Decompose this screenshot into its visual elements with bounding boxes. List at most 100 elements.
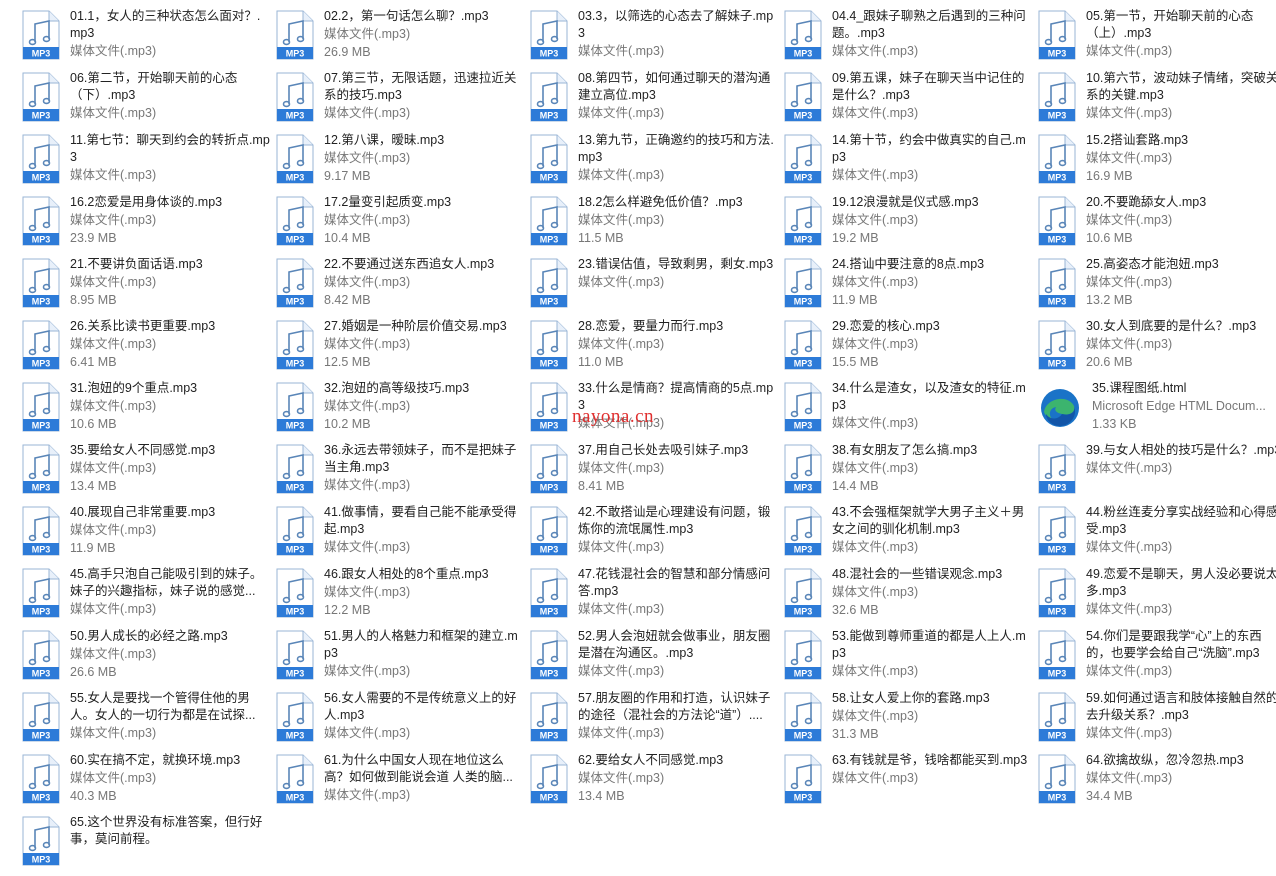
file-item[interactable]: MP3 48.混社会的一些错误观念.mp3 媒体文件(.mp3) 32.6 MB: [784, 566, 1038, 628]
file-item[interactable]: MP3 50.男人成长的必经之路.mp3 媒体文件(.mp3) 26.6 MB: [22, 628, 276, 690]
file-item[interactable]: MP3 05.第一节，开始聊天前的心态（上）.mp3 媒体文件(.mp3): [1038, 8, 1276, 70]
svg-text:MP3: MP3: [540, 731, 559, 741]
mp3-music-file-icon: MP3: [1038, 754, 1076, 804]
file-size: 26.9 MB: [324, 45, 371, 59]
file-type: 媒体文件(.mp3): [70, 771, 157, 785]
file-type: 媒体文件(.mp3): [70, 461, 157, 475]
file-item[interactable]: MP3 19.12浪漫就是仪式感.mp3 媒体文件(.mp3) 19.2 MB: [784, 194, 1038, 256]
file-item[interactable]: MP3 21.不要讲负面话语.mp3 媒体文件(.mp3) 8.95 MB: [22, 256, 276, 318]
file-item[interactable]: MP3 04.4_跟妹子聊熟之后遇到的三种问题。.mp3 媒体文件(.mp3): [784, 8, 1038, 70]
file-item[interactable]: MP3 39.与女人相处的技巧是什么？.mp3 媒体文件(.mp3): [1038, 442, 1276, 504]
file-type: 媒体文件(.mp3): [1086, 151, 1173, 165]
mp3-music-file-icon: MP3: [530, 382, 568, 432]
mp3-music-file-icon: MP3: [530, 72, 568, 122]
file-item[interactable]: MP3 23.错误估值，导致剩男，剩女.mp3 媒体文件(.mp3): [530, 256, 784, 318]
file-size: 11.9 MB: [832, 293, 878, 307]
file-item[interactable]: MP3 27.婚姻是一种阶层价值交易.mp3 媒体文件(.mp3) 12.5 M…: [276, 318, 530, 380]
svg-text:MP3: MP3: [1048, 49, 1067, 59]
file-name: 11.第七节：聊天到约会的转折点.mp3: [70, 133, 270, 164]
file-item[interactable]: MP3 58.让女人爱上你的套路.mp3 媒体文件(.mp3) 31.3 MB: [784, 690, 1038, 752]
file-item[interactable]: MP3 24.搭讪中要注意的8点.mp3 媒体文件(.mp3) 11.9 MB: [784, 256, 1038, 318]
file-item[interactable]: MP3 38.有女朋友了怎么搞.mp3 媒体文件(.mp3) 14.4 MB: [784, 442, 1038, 504]
svg-text:MP3: MP3: [1048, 669, 1067, 679]
file-item[interactable]: MP3 52.男人会泡妞就会做事业，朋友圈是潜在沟通区。.mp3 媒体文件(.m…: [530, 628, 784, 690]
file-item[interactable]: MP3 16.2恋爱是用身体谈的.mp3 媒体文件(.mp3) 23.9 MB: [22, 194, 276, 256]
file-item[interactable]: MP3 09.第五课，妹子在聊天当中记住的是什么？.mp3 媒体文件(.mp3): [784, 70, 1038, 132]
file-item[interactable]: MP3 06.第二节，开始聊天前的心态（下）.mp3 媒体文件(.mp3): [22, 70, 276, 132]
file-name: 48.混社会的一些错误观念.mp3: [832, 567, 1003, 581]
file-item[interactable]: MP3 41.做事情，要看自己能不能承受得起.mp3 媒体文件(.mp3): [276, 504, 530, 566]
file-item[interactable]: MP3 31.泡妞的9个重点.mp3 媒体文件(.mp3) 10.6 MB: [22, 380, 276, 442]
file-item[interactable]: MP3 11.第七节：聊天到约会的转折点.mp3 媒体文件(.mp3): [22, 132, 276, 194]
file-item[interactable]: MP3 60.实在搞不定，就换环境.mp3 媒体文件(.mp3) 40.3 MB: [22, 752, 276, 814]
file-type: 媒体文件(.mp3): [70, 275, 157, 289]
file-item[interactable]: MP3 35.要给女人不同感觉.mp3 媒体文件(.mp3) 13.4 MB: [22, 442, 276, 504]
svg-text:MP3: MP3: [286, 545, 305, 555]
file-item[interactable]: MP3 53.能做到尊师重道的都是人上人.mp3 媒体文件(.mp3): [784, 628, 1038, 690]
file-item[interactable]: MP3 32.泡妞的高等级技巧.mp3 媒体文件(.mp3) 10.2 MB: [276, 380, 530, 442]
file-item[interactable]: MP3 34.什么是渣女，以及渣女的特征.mp3 媒体文件(.mp3): [784, 380, 1038, 442]
file-item[interactable]: MP3 54.你们是要跟我学“心”上的东西的，也要学会给自己“洗脑”.mp3 媒…: [1038, 628, 1276, 690]
file-item[interactable]: MP3 29.恋爱的核心.mp3 媒体文件(.mp3) 15.5 MB: [784, 318, 1038, 380]
file-item[interactable]: MP3 17.2量变引起质变.mp3 媒体文件(.mp3) 10.4 MB: [276, 194, 530, 256]
file-item[interactable]: MP3 10.第六节，波动妹子情绪，突破关系的关键.mp3 媒体文件(.mp3): [1038, 70, 1276, 132]
file-item[interactable]: MP3 26.关系比读书更重要.mp3 媒体文件(.mp3) 6.41 MB: [22, 318, 276, 380]
file-item[interactable]: MP3 15.2搭讪套路.mp3 媒体文件(.mp3) 16.9 MB: [1038, 132, 1276, 194]
file-name: 60.实在搞不定，就换环境.mp3: [70, 753, 241, 767]
file-item[interactable]: MP3 14.第十节，约会中做真实的自己.mp3 媒体文件(.mp3): [784, 132, 1038, 194]
file-item[interactable]: MP3 61.为什么中国女人现在地位这么高？如何做到能说会道 人类的脑... 媒…: [276, 752, 530, 814]
file-item[interactable]: MP3 30.女人到底要的是什么？.mp3 媒体文件(.mp3) 20.6 MB: [1038, 318, 1276, 380]
file-item[interactable]: MP3 46.跟女人相处的8个重点.mp3 媒体文件(.mp3) 12.2 MB: [276, 566, 530, 628]
file-item[interactable]: MP3 45.高手只泡自己能吸引到的妹子。妹子的兴趣指标，妹子说的感觉... 媒…: [22, 566, 276, 628]
file-name: 36.永远去带领妹子，而不是把妹子当主角.mp3: [324, 443, 517, 474]
file-item[interactable]: MP3 57.朋友圈的作用和打造，认识妹子的途径（混社会的方法论“道”）....…: [530, 690, 784, 752]
file-item[interactable]: MP3 12.第八课，暧昧.mp3 媒体文件(.mp3) 9.17 MB: [276, 132, 530, 194]
file-item[interactable]: MP3 13.第九节，正确邀约的技巧和方法.mp3 媒体文件(.mp3): [530, 132, 784, 194]
file-item[interactable]: MP3 59.如何通过语言和肢体接触自然的去升级关系？.mp3 媒体文件(.mp…: [1038, 690, 1276, 752]
file-item[interactable]: MP3 36.永远去带领妹子，而不是把妹子当主角.mp3 媒体文件(.mp3): [276, 442, 530, 504]
file-item[interactable]: MP3 37.用自己长处去吸引妹子.mp3 媒体文件(.mp3) 8.41 MB: [530, 442, 784, 504]
file-item[interactable]: MP3 49.恋爱不是聊天，男人没必要说太多.mp3 媒体文件(.mp3): [1038, 566, 1276, 628]
file-item[interactable]: MP3 43.不会强框架就学大男子主义＋男女之间的驯化机制.mp3 媒体文件(.…: [784, 504, 1038, 566]
svg-text:MP3: MP3: [794, 669, 813, 679]
file-item[interactable]: MP3 18.2怎么样避免低价值？.mp3 媒体文件(.mp3) 11.5 MB: [530, 194, 784, 256]
mp3-music-file-icon: MP3: [276, 258, 314, 308]
file-item[interactable]: MP3 08.第四节，如何通过聊天的潜沟通建立高位.mp3 媒体文件(.mp3): [530, 70, 784, 132]
file-item[interactable]: MP3 62.要给女人不同感觉.mp3 媒体文件(.mp3) 13.4 MB: [530, 752, 784, 814]
svg-text:MP3: MP3: [540, 49, 559, 59]
file-name: 58.让女人爱上你的套路.mp3: [832, 691, 990, 705]
file-item[interactable]: MP3 55.女人是要找一个管得住他的男人。女人的一切行为都是在试探... 媒体…: [22, 690, 276, 752]
file-item[interactable]: MP3 22.不要通过送东西追女人.mp3 媒体文件(.mp3) 8.42 MB: [276, 256, 530, 318]
file-item[interactable]: MP3 28.恋爱，要量力而行.mp3 媒体文件(.mp3) 11.0 MB: [530, 318, 784, 380]
file-item[interactable]: MP3 63.有钱就是爷，钱啥都能买到.mp3 媒体文件(.mp3): [784, 752, 1038, 814]
mp3-music-file-icon: MP3: [530, 506, 568, 556]
file-item[interactable]: MP3 33.什么是情商？提高情商的5点.mp3 媒体文件(.mp3): [530, 380, 784, 442]
file-item[interactable]: MP3 25.高姿态才能泡妞.mp3 媒体文件(.mp3) 13.2 MB: [1038, 256, 1276, 318]
svg-text:MP3: MP3: [32, 545, 51, 555]
file-item[interactable]: MP3 44.粉丝连麦分享实战经验和心得感受.mp3 媒体文件(.mp3): [1038, 504, 1276, 566]
file-item[interactable]: 35.课程图纸.html Microsoft Edge HTML Docum..…: [1038, 380, 1276, 442]
file-type: 媒体文件(.mp3): [70, 647, 157, 661]
file-type: 媒体文件(.mp3): [70, 213, 157, 227]
file-item[interactable]: MP3 40.展现自己非常重要.mp3 媒体文件(.mp3) 11.9 MB: [22, 504, 276, 566]
file-name: 65.这个世界没有标准答案，但行好事，莫问前程。: [70, 815, 263, 846]
file-item[interactable]: MP3 56.女人需要的不是传统意义上的好人.mp3 媒体文件(.mp3): [276, 690, 530, 752]
svg-text:MP3: MP3: [540, 359, 559, 369]
file-item[interactable]: MP3 02.2，第一句话怎么聊？.mp3 媒体文件(.mp3) 26.9 MB: [276, 8, 530, 70]
file-item[interactable]: MP3 51.男人的人格魅力和框架的建立.mp3 媒体文件(.mp3): [276, 628, 530, 690]
file-name: 57.朋友圈的作用和打造，认识妹子的途径（混社会的方法论“道”）....: [578, 691, 771, 722]
file-size: 19.2 MB: [832, 231, 879, 245]
mp3-music-file-icon: MP3: [784, 444, 822, 494]
file-size: 12.5 MB: [324, 355, 371, 369]
file-item[interactable]: MP3 42.不敢搭讪是心理建设有问题，锻炼你的流氓属性.mp3 媒体文件(.m…: [530, 504, 784, 566]
file-name: 08.第四节，如何通过聊天的潜沟通建立高位.mp3: [578, 71, 771, 102]
file-item[interactable]: MP3 03.3，以筛选的心态去了解妹子.mp3 媒体文件(.mp3): [530, 8, 784, 70]
file-item[interactable]: MP3 07.第三节，无限话题，迅速拉近关系的技巧.mp3 媒体文件(.mp3): [276, 70, 530, 132]
file-item[interactable]: MP3 01.1，女人的三种状态怎么面对？.mp3 媒体文件(.mp3): [22, 8, 276, 70]
file-name: 01.1，女人的三种状态怎么面对？.mp3: [70, 9, 261, 40]
file-item[interactable]: MP3 64.欲擒故纵，忽冷忽热.mp3 媒体文件(.mp3) 34.4 MB: [1038, 752, 1276, 814]
file-name: 35.要给女人不同感觉.mp3: [70, 443, 216, 457]
file-item[interactable]: MP3 65.这个世界没有标准答案，但行好事，莫问前程。: [22, 814, 276, 876]
file-item[interactable]: MP3 47.花钱混社会的智慧和部分情感问答.mp3 媒体文件(.mp3): [530, 566, 784, 628]
file-item[interactable]: MP3 20.不要跪舔女人.mp3 媒体文件(.mp3) 10.6 MB: [1038, 194, 1276, 256]
